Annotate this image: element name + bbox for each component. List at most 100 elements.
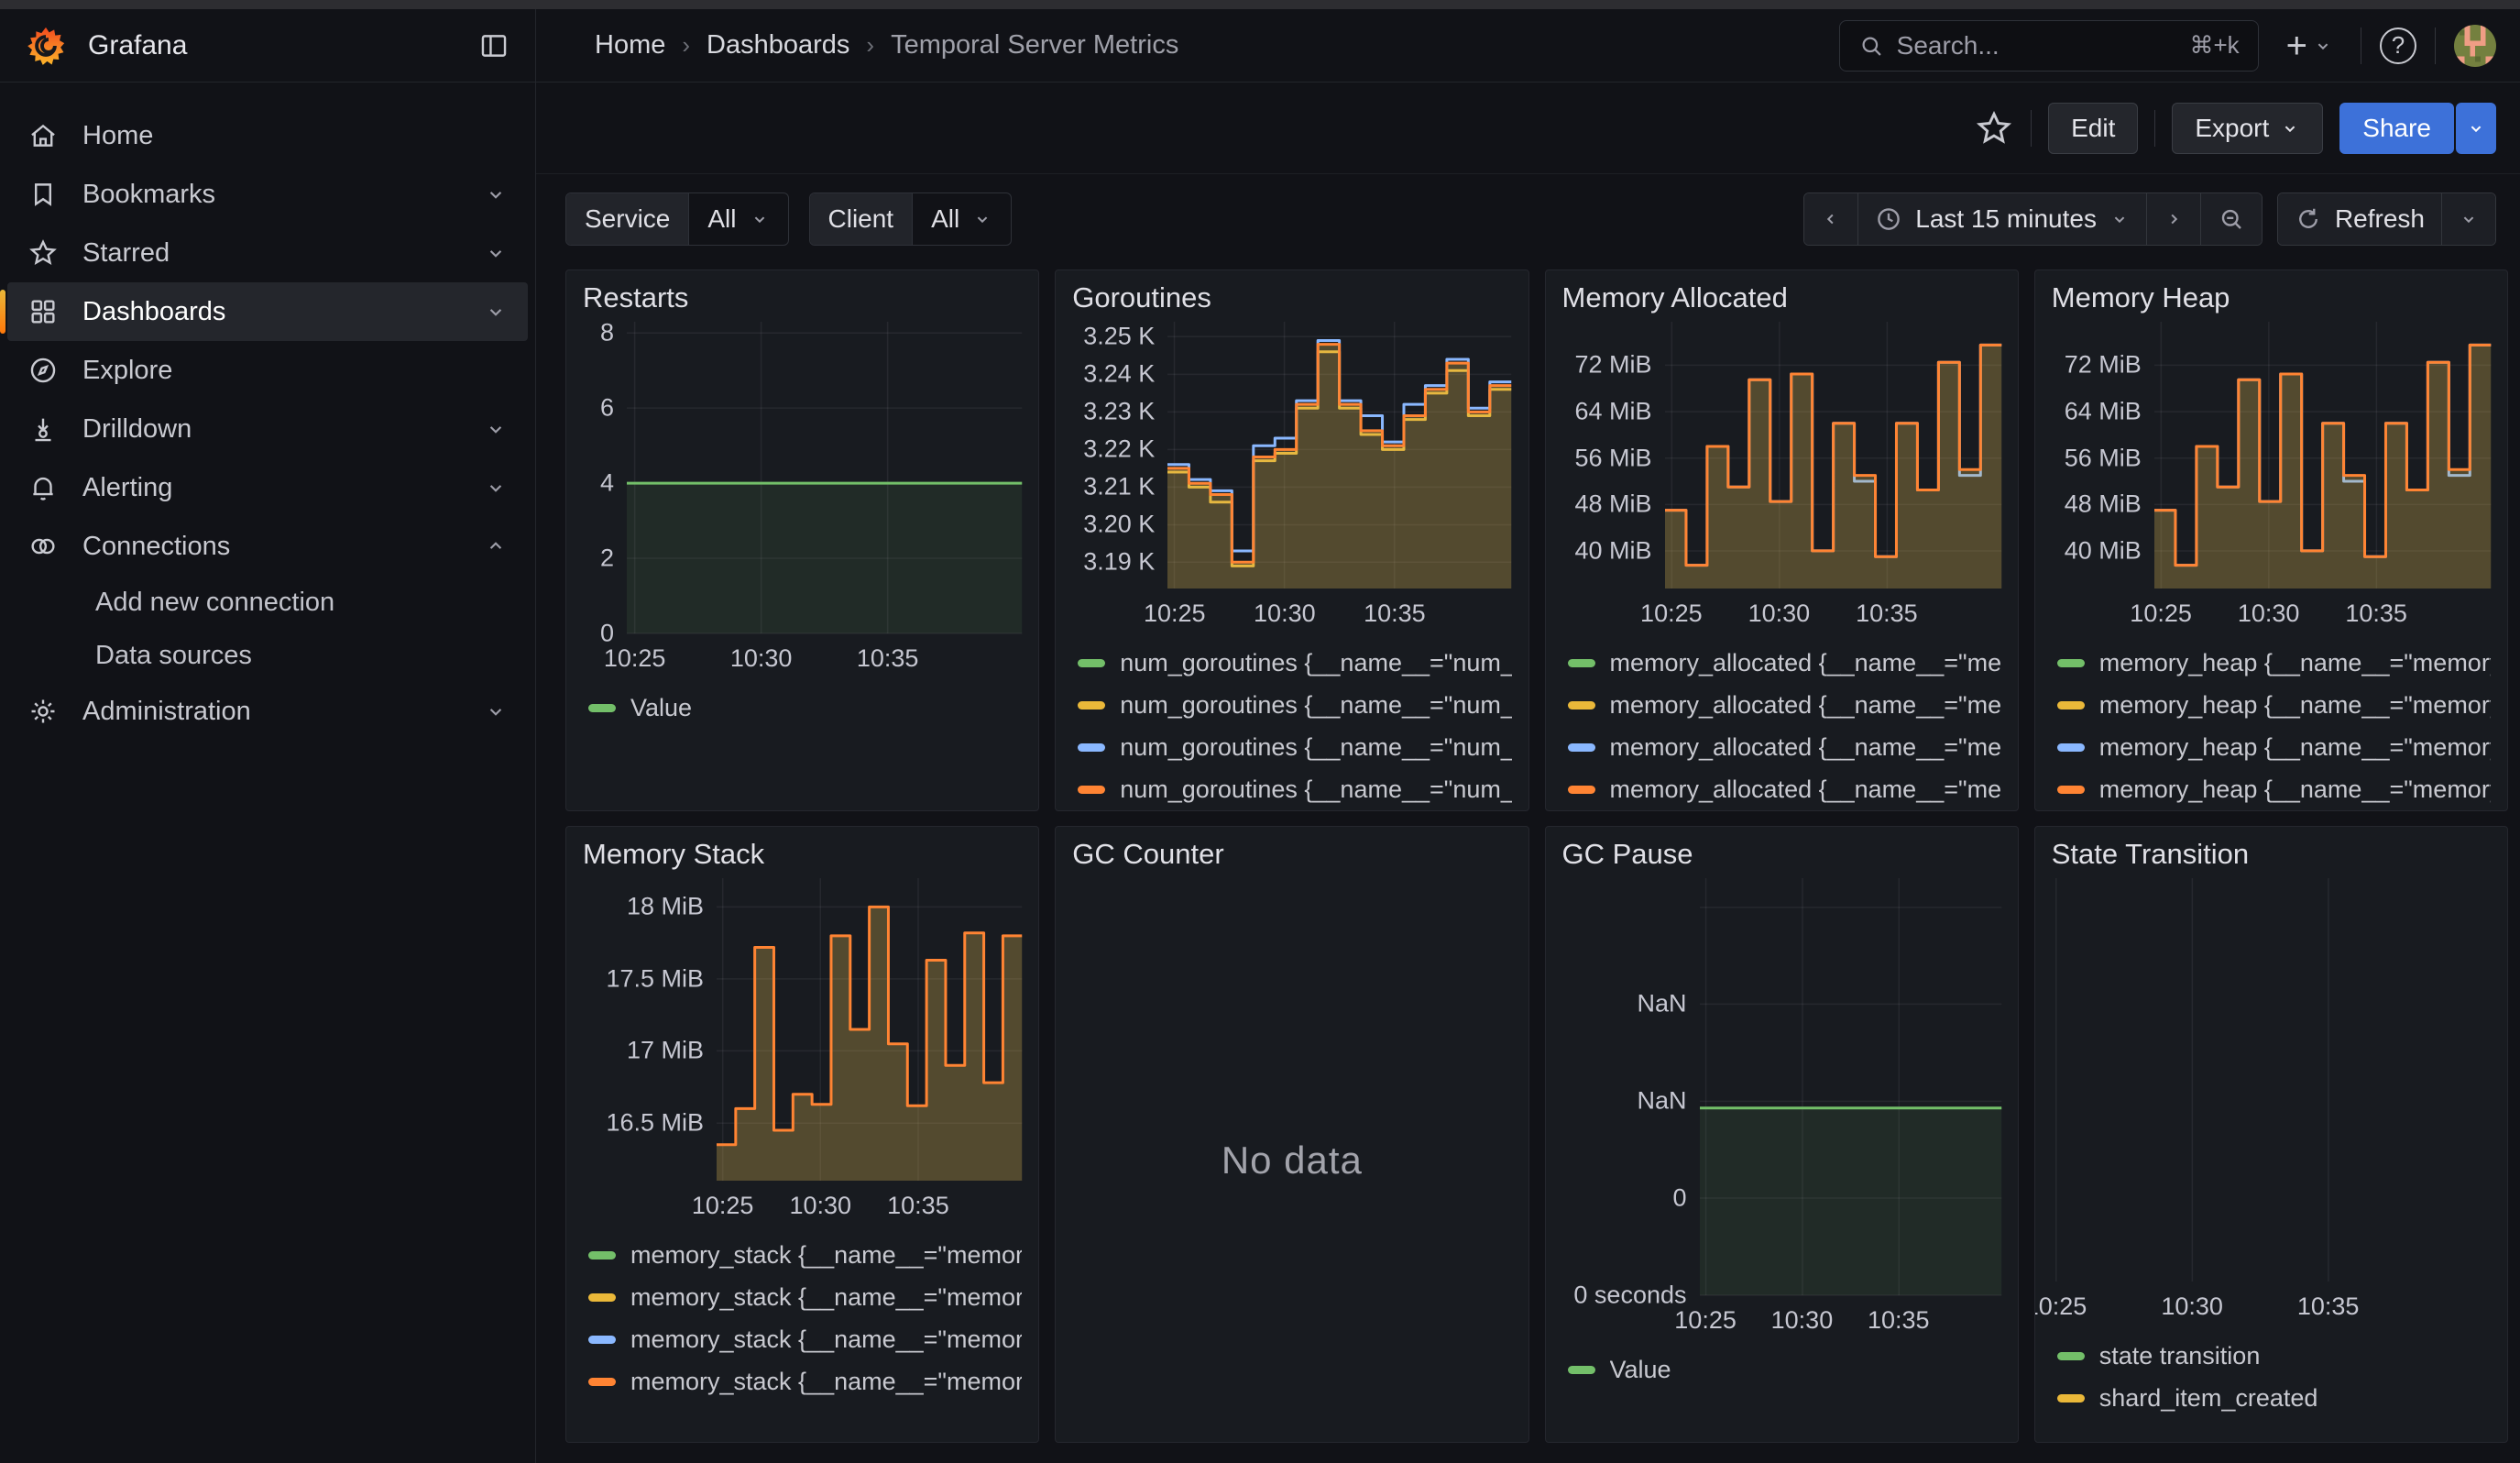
chart-plot-area[interactable]: 10:2510:3010:35 xyxy=(627,322,1022,633)
legend-item[interactable]: memory_allocated {__name__="memc xyxy=(1568,642,2001,684)
chevron-up-icon[interactable] xyxy=(484,534,508,558)
sidebar-toggle-icon[interactable] xyxy=(478,30,509,61)
chevron-down-icon[interactable] xyxy=(484,182,508,206)
chevron-down-icon[interactable] xyxy=(484,476,508,500)
x-tick-label: 10:25 xyxy=(2130,600,2192,628)
sidebar-item-home[interactable]: Home xyxy=(7,106,528,165)
sidebar-item-connections[interactable]: Connections xyxy=(7,517,528,576)
legend-item[interactable]: memory_heap {__name__="memory_h xyxy=(2057,768,2491,810)
chart-plot-area[interactable]: 10:2510:3010:35 xyxy=(2052,878,2491,1282)
sidebar-item-administration[interactable]: Administration xyxy=(7,682,528,741)
x-tick-label: 10:25 xyxy=(604,644,666,673)
legend-item[interactable]: memory_heap {__name__="memory_h xyxy=(2057,642,2491,684)
time-shift-forward-button[interactable] xyxy=(2146,193,2200,245)
chevron-down-icon xyxy=(2280,118,2300,138)
x-tick-label: 10:35 xyxy=(1868,1306,1930,1335)
panel-title[interactable]: Goroutines xyxy=(1072,281,1511,314)
favorite-star-icon[interactable] xyxy=(1974,108,2014,148)
chevron-down-icon[interactable] xyxy=(484,699,508,723)
chart-plot-area[interactable]: 10:2510:3010:35 xyxy=(1167,322,1511,588)
refresh-group: Refresh xyxy=(2277,192,2496,246)
legend-item[interactable]: Value xyxy=(1568,1348,2001,1391)
time-shift-back-button[interactable] xyxy=(1804,193,1857,245)
add-button[interactable]: + xyxy=(2277,28,2342,64)
legend-item[interactable]: shard_item_created xyxy=(2057,1377,2491,1419)
client-variable-control: Client All xyxy=(809,192,1013,246)
chevron-down-icon[interactable] xyxy=(484,241,508,265)
breadcrumb-dashboards[interactable]: Dashboards xyxy=(707,30,849,60)
home-icon xyxy=(27,120,59,151)
legend-item[interactable]: memory_allocated {__name__="memc xyxy=(1568,726,2001,768)
client-variable-label: Client xyxy=(810,193,913,245)
refresh-button[interactable]: Refresh xyxy=(2278,193,2441,245)
y-tick-label: 16.5 MiB xyxy=(606,1109,704,1138)
legend-item[interactable]: num_goroutines {__name__="num_go xyxy=(1078,726,1511,768)
legend-item[interactable]: num_goroutines {__name__="num_go xyxy=(1078,768,1511,810)
legend-item[interactable]: memory_stack {__name__="memory_s xyxy=(588,1276,1022,1318)
legend-item[interactable]: memory_stack {__name__="memory_s xyxy=(588,1360,1022,1402)
y-tick-label: 3.21 K xyxy=(1083,473,1155,501)
legend-item[interactable]: memory_allocated {__name__="memc xyxy=(1568,684,2001,726)
legend-item[interactable]: memory_heap {__name__="memory_h xyxy=(2057,726,2491,768)
legend-item[interactable]: Value xyxy=(588,687,1022,729)
panel-title[interactable]: State Transition xyxy=(2052,838,2491,871)
sidebar-item-dashboards[interactable]: Dashboards xyxy=(7,282,528,341)
legend-swatch-yellow xyxy=(2057,701,2085,710)
legend-swatch-green xyxy=(1568,1366,1595,1374)
share-options-button[interactable] xyxy=(2456,103,2496,154)
panel-title[interactable]: Memory Heap xyxy=(2052,281,2491,314)
no-data-message: No data xyxy=(1072,878,1511,1442)
sidebar-item-add-new-connection[interactable]: Add new connection xyxy=(7,576,528,629)
panel-title[interactable]: Restarts xyxy=(583,281,1022,314)
panel-title[interactable]: GC Counter xyxy=(1072,838,1511,871)
export-button[interactable]: Export xyxy=(2172,103,2323,154)
panel-title[interactable]: GC Pause xyxy=(1562,838,2001,871)
x-tick-label: 10:35 xyxy=(2345,600,2407,628)
legend-item[interactable]: state transition xyxy=(2057,1335,2491,1377)
sidebar-item-starred[interactable]: Starred xyxy=(7,224,528,282)
y-tick-label: 3.23 K xyxy=(1083,398,1155,426)
grafana-logo-icon[interactable] xyxy=(26,26,66,66)
legend-item[interactable]: memory_stack {__name__="memory_s xyxy=(588,1318,1022,1360)
legend-item[interactable]: num_goroutines {__name__="num_go xyxy=(1078,642,1511,684)
refresh-interval-button[interactable] xyxy=(2441,193,2495,245)
panel-title[interactable]: Memory Allocated xyxy=(1562,281,2001,314)
legend-item[interactable]: memory_allocated {__name__="memc xyxy=(1568,768,2001,810)
chevron-down-icon xyxy=(2459,209,2479,229)
panel-goroutines: Goroutines 3.19 K3.20 K3.21 K3.22 K3.23 … xyxy=(1055,270,1528,811)
sidebar-item-drilldown[interactable]: Drilldown xyxy=(7,400,528,458)
chart-plot-area[interactable]: 10:2510:3010:35 xyxy=(1700,878,2001,1295)
y-tick-label: 3.24 K xyxy=(1083,360,1155,389)
x-tick-label: 10:25 xyxy=(2034,1292,2087,1321)
chart-plot-area[interactable]: 10:2510:3010:35 xyxy=(2154,322,2491,588)
time-range-picker[interactable]: Last 15 minutes xyxy=(1857,193,2146,245)
search-input[interactable]: Search... ⌘+k xyxy=(1839,20,2259,72)
service-variable-value[interactable]: All xyxy=(688,193,787,245)
sidebar-item-label: Dashboards xyxy=(82,297,460,327)
chevron-down-icon[interactable] xyxy=(484,417,508,441)
sidebar-item-alerting[interactable]: Alerting xyxy=(7,458,528,517)
help-button[interactable]: ? xyxy=(2380,28,2416,64)
y-tick-label: 6 xyxy=(600,394,614,423)
breadcrumb-home[interactable]: Home xyxy=(595,30,665,60)
legend-item[interactable]: num_goroutines {__name__="num_go xyxy=(1078,684,1511,726)
legend-swatch-orange xyxy=(588,1378,616,1386)
user-avatar[interactable] xyxy=(2454,25,2496,67)
sidebar-item-bookmarks[interactable]: Bookmarks xyxy=(7,165,528,224)
sidebar-item-explore[interactable]: Explore xyxy=(7,341,528,400)
panel-title[interactable]: Memory Stack xyxy=(583,838,1022,871)
chart-plot-area[interactable]: 10:2510:3010:35 xyxy=(717,878,1022,1181)
y-tick-label: 18 MiB xyxy=(627,893,704,921)
legend-item[interactable]: memory_stack {__name__="memory_s xyxy=(588,1234,1022,1276)
panel-memory-allocated: Memory Allocated 40 MiB48 MiB56 MiB64 Mi… xyxy=(1545,270,2019,811)
clock-icon xyxy=(1875,205,1902,233)
sidebar-item-data-sources[interactable]: Data sources xyxy=(7,629,528,682)
legend: Value xyxy=(1562,1339,2001,1391)
zoom-out-button[interactable] xyxy=(2200,193,2262,245)
legend-item[interactable]: memory_heap {__name__="memory_h xyxy=(2057,684,2491,726)
chevron-down-icon[interactable] xyxy=(484,300,508,324)
share-button[interactable]: Share xyxy=(2339,103,2454,154)
chart-plot-area[interactable]: 10:2510:3010:35 xyxy=(1665,322,2001,588)
edit-button[interactable]: Edit xyxy=(2048,103,2138,154)
client-variable-value[interactable]: All xyxy=(912,193,1011,245)
